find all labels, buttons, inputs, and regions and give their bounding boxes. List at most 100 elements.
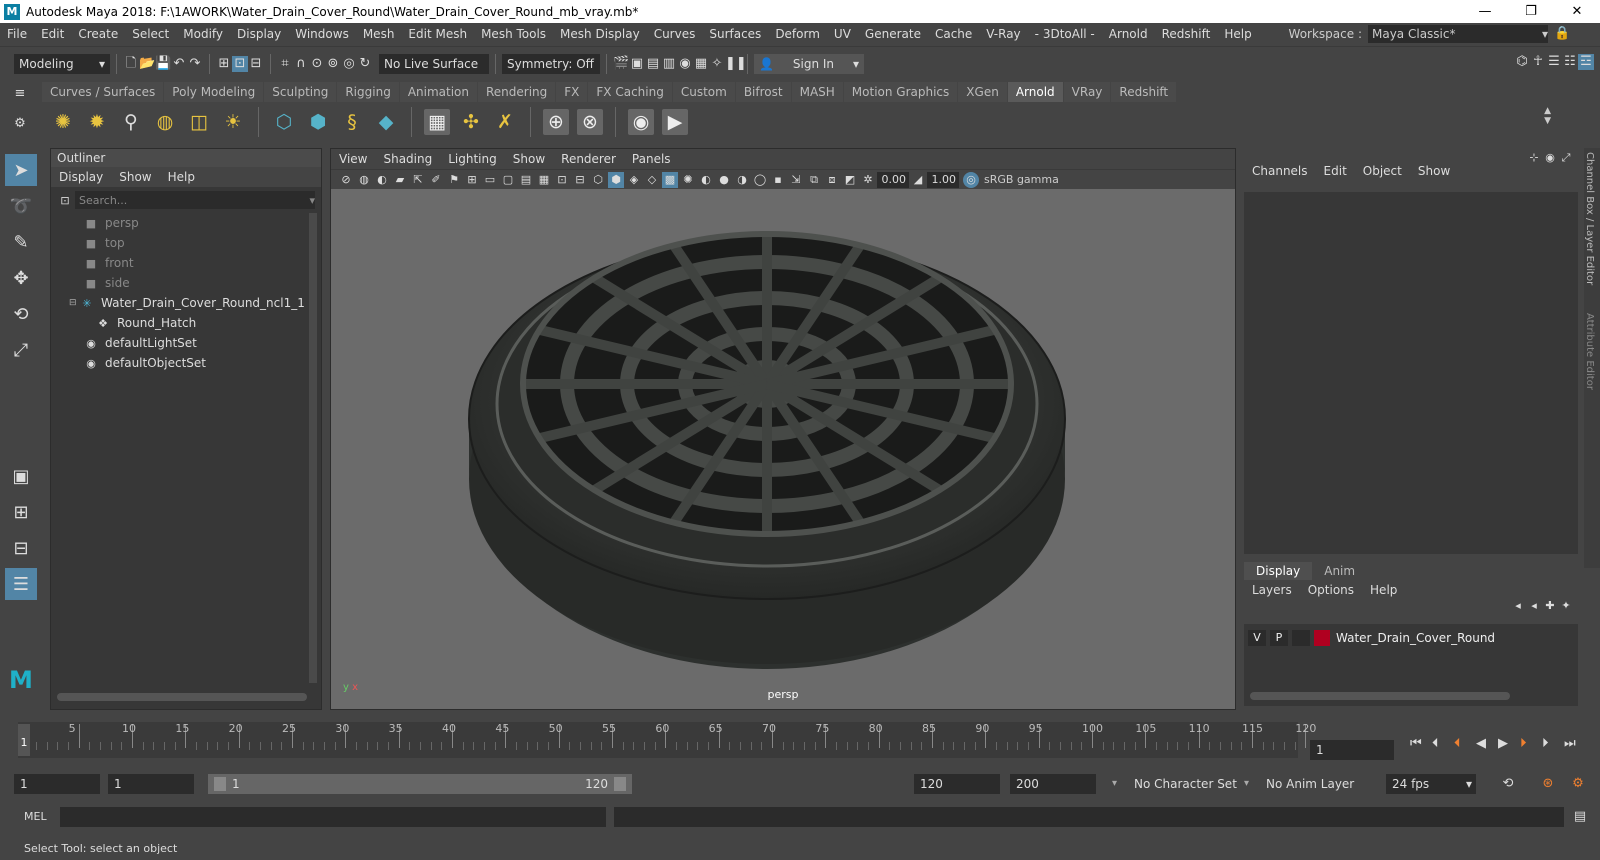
viewport-menu-shading[interactable]: Shading	[375, 152, 440, 166]
xray-active-components-icon[interactable]: ⧈	[824, 172, 840, 188]
viewport-menu-lighting[interactable]: Lighting	[440, 152, 505, 166]
exposure-icon[interactable]: ✲	[860, 172, 876, 188]
shelf-tab-motion-graphics[interactable]: Motion Graphics	[843, 82, 958, 102]
command-language-toggle[interactable]: MEL	[24, 810, 47, 823]
menu-redshift[interactable]: Redshift	[1155, 27, 1218, 41]
camera-bookmark-icon[interactable]: ⚑	[446, 172, 462, 188]
layer-display-type[interactable]	[1292, 630, 1310, 646]
rotate-tool-icon[interactable]: ⟲	[5, 298, 37, 330]
select-camera-icon[interactable]: ⊘	[338, 172, 354, 188]
move-layer-down-icon[interactable]: ◂	[1526, 598, 1542, 614]
range-slider[interactable]: 1 120	[208, 774, 632, 794]
select-by-object-icon[interactable]: ⊡	[232, 55, 248, 72]
lasso-tool-icon[interactable]: ➰	[5, 190, 37, 222]
minimize-button[interactable]: —	[1462, 0, 1508, 23]
volume-icon[interactable]: ◆	[373, 109, 399, 135]
menu-curves[interactable]: Curves	[647, 27, 703, 41]
anim-prefs-icon[interactable]: ⚙	[1570, 776, 1586, 792]
attribute-editor-side-tab[interactable]: Attribute Editor	[1584, 309, 1595, 394]
menu-edit-mesh[interactable]: Edit Mesh	[401, 27, 474, 41]
layer-row[interactable]: V P Water_Drain_Cover_Round	[1244, 628, 1578, 648]
undo-icon[interactable]: ↶	[171, 56, 187, 72]
channel-box-icon[interactable]: ☲	[1578, 54, 1594, 70]
xray-icon[interactable]: ◇	[644, 172, 660, 188]
wireframe-on-shaded-icon[interactable]: ◈	[626, 172, 642, 188]
render-frame-icon[interactable]: ▣	[629, 56, 645, 72]
outliner-item-default-object-set[interactable]: ◉ defaultObjectSet	[51, 353, 321, 373]
close-button[interactable]: ✕	[1554, 0, 1600, 23]
curve-collector-icon[interactable]: §	[339, 109, 365, 135]
start-time-field[interactable]: 1	[14, 774, 100, 794]
depth-of-field-icon[interactable]: ▪	[770, 172, 786, 188]
tx-manager-icon[interactable]: ✣	[458, 109, 484, 135]
menu-create[interactable]: Create	[71, 27, 125, 41]
menu-3dtoall[interactable]: - 3DtoAll -	[1028, 27, 1102, 41]
menu-select[interactable]: Select	[125, 27, 176, 41]
shelf-tab-mash[interactable]: MASH	[791, 82, 843, 102]
loop-icon[interactable]: ⟲	[1500, 776, 1516, 792]
outliner-item-group[interactable]: ⊟ ✳ Water_Drain_Cover_Round_ncl1_1	[51, 293, 321, 313]
go-to-start-icon[interactable]: ⏮	[1410, 736, 1422, 751]
outliner-menu-show[interactable]: Show	[111, 170, 159, 184]
modeling-toolkit-icon[interactable]: ⌬	[1514, 54, 1530, 70]
four-view-layout-icon[interactable]: ⊞	[5, 496, 37, 528]
shelf-tab-sculpting[interactable]: Sculpting	[264, 82, 337, 102]
viewport-canvas[interactable]: y x	[331, 189, 1235, 709]
new-layer-selected-icon[interactable]: ✦	[1558, 598, 1574, 614]
auto-key-icon[interactable]: ⊛	[1540, 776, 1556, 792]
move-tool-icon[interactable]: ✥	[5, 262, 37, 294]
outliner-menu-display[interactable]: Display	[51, 170, 111, 184]
menu-vray[interactable]: V-Ray	[979, 27, 1027, 41]
export-standin-icon[interactable]: ⬢	[305, 109, 331, 135]
channel-menu-channels[interactable]: Channels	[1244, 164, 1316, 178]
layer-visibility-toggle[interactable]: V	[1248, 630, 1266, 646]
symmetry-dropdown[interactable]: Symmetry: Off	[502, 53, 600, 74]
menu-edit[interactable]: Edit	[34, 27, 71, 41]
outliner-filter-icon[interactable]: ⊡	[57, 193, 73, 209]
restore-button[interactable]: ❐	[1508, 0, 1554, 23]
outliner-item-persp[interactable]: ■ persp	[51, 213, 321, 233]
range-end-handle[interactable]	[614, 777, 626, 791]
viewport-menu-show[interactable]: Show	[505, 152, 553, 166]
select-by-component-icon[interactable]: ⊟	[248, 56, 264, 72]
menu-file[interactable]: File	[0, 27, 34, 41]
layer-playback-toggle[interactable]: P	[1270, 630, 1288, 646]
backface-culling-icon[interactable]: ◩	[842, 172, 858, 188]
snap-grid-icon[interactable]: ⌗	[277, 56, 293, 72]
light-editor-icon[interactable]: ✧	[709, 56, 725, 72]
workspace-dropdown[interactable]: Maya Classic* ▾	[1368, 25, 1548, 43]
shelf-tab-redshift[interactable]: Redshift	[1111, 82, 1177, 102]
paint-select-tool-icon[interactable]: ✎	[5, 226, 37, 258]
viewport-menu-renderer[interactable]: Renderer	[553, 152, 624, 166]
shelf-settings-icon[interactable]: ⚙	[12, 116, 28, 132]
channel-menu-show[interactable]: Show	[1410, 164, 1458, 178]
gate-mask-icon[interactable]: ▤	[518, 172, 534, 188]
outliner-item-side[interactable]: ■ side	[51, 273, 321, 293]
outliner-layout-icon[interactable]: ☰	[5, 568, 37, 600]
shelf-tab-custom[interactable]: Custom	[672, 82, 735, 102]
chevron-down-icon[interactable]: ▾	[1244, 778, 1249, 789]
photometric-light-icon[interactable]: ⚲	[118, 109, 144, 135]
scale-tool-icon[interactable]: ⤢	[5, 334, 37, 366]
menu-generate[interactable]: Generate	[858, 27, 928, 41]
render-view-icon[interactable]: 🎬	[613, 56, 629, 72]
menu-mesh-tools[interactable]: Mesh Tools	[474, 27, 553, 41]
shelf-tab-arnold[interactable]: Arnold	[1007, 82, 1063, 102]
menu-surfaces[interactable]: Surfaces	[702, 27, 768, 41]
shelf-tab-bifrost[interactable]: Bifrost	[735, 82, 791, 102]
menu-mesh-display[interactable]: Mesh Display	[553, 27, 647, 41]
shelf-tab-rendering[interactable]: Rendering	[478, 82, 556, 102]
tab-display[interactable]: Display	[1244, 562, 1313, 580]
film-gate-icon[interactable]: ▭	[482, 172, 498, 188]
shadows-icon[interactable]: ◐	[698, 172, 714, 188]
outliner-vertical-scrollbar[interactable]	[309, 213, 317, 683]
redo-icon[interactable]: ↷	[187, 56, 203, 72]
area-light-icon[interactable]: ✺	[50, 109, 76, 135]
character-set-dropdown[interactable]: No Character Set	[1128, 774, 1238, 794]
snap-view-icon[interactable]: ⊚	[325, 56, 341, 72]
shelf-tab-fx-caching[interactable]: FX Caching	[588, 82, 672, 102]
safe-action-icon[interactable]: ⊡	[554, 172, 570, 188]
anim-layer-dropdown[interactable]: No Anim Layer	[1260, 774, 1364, 794]
menu-arnold[interactable]: Arnold	[1102, 27, 1155, 41]
render-settings-icon[interactable]: ▥	[661, 56, 677, 72]
